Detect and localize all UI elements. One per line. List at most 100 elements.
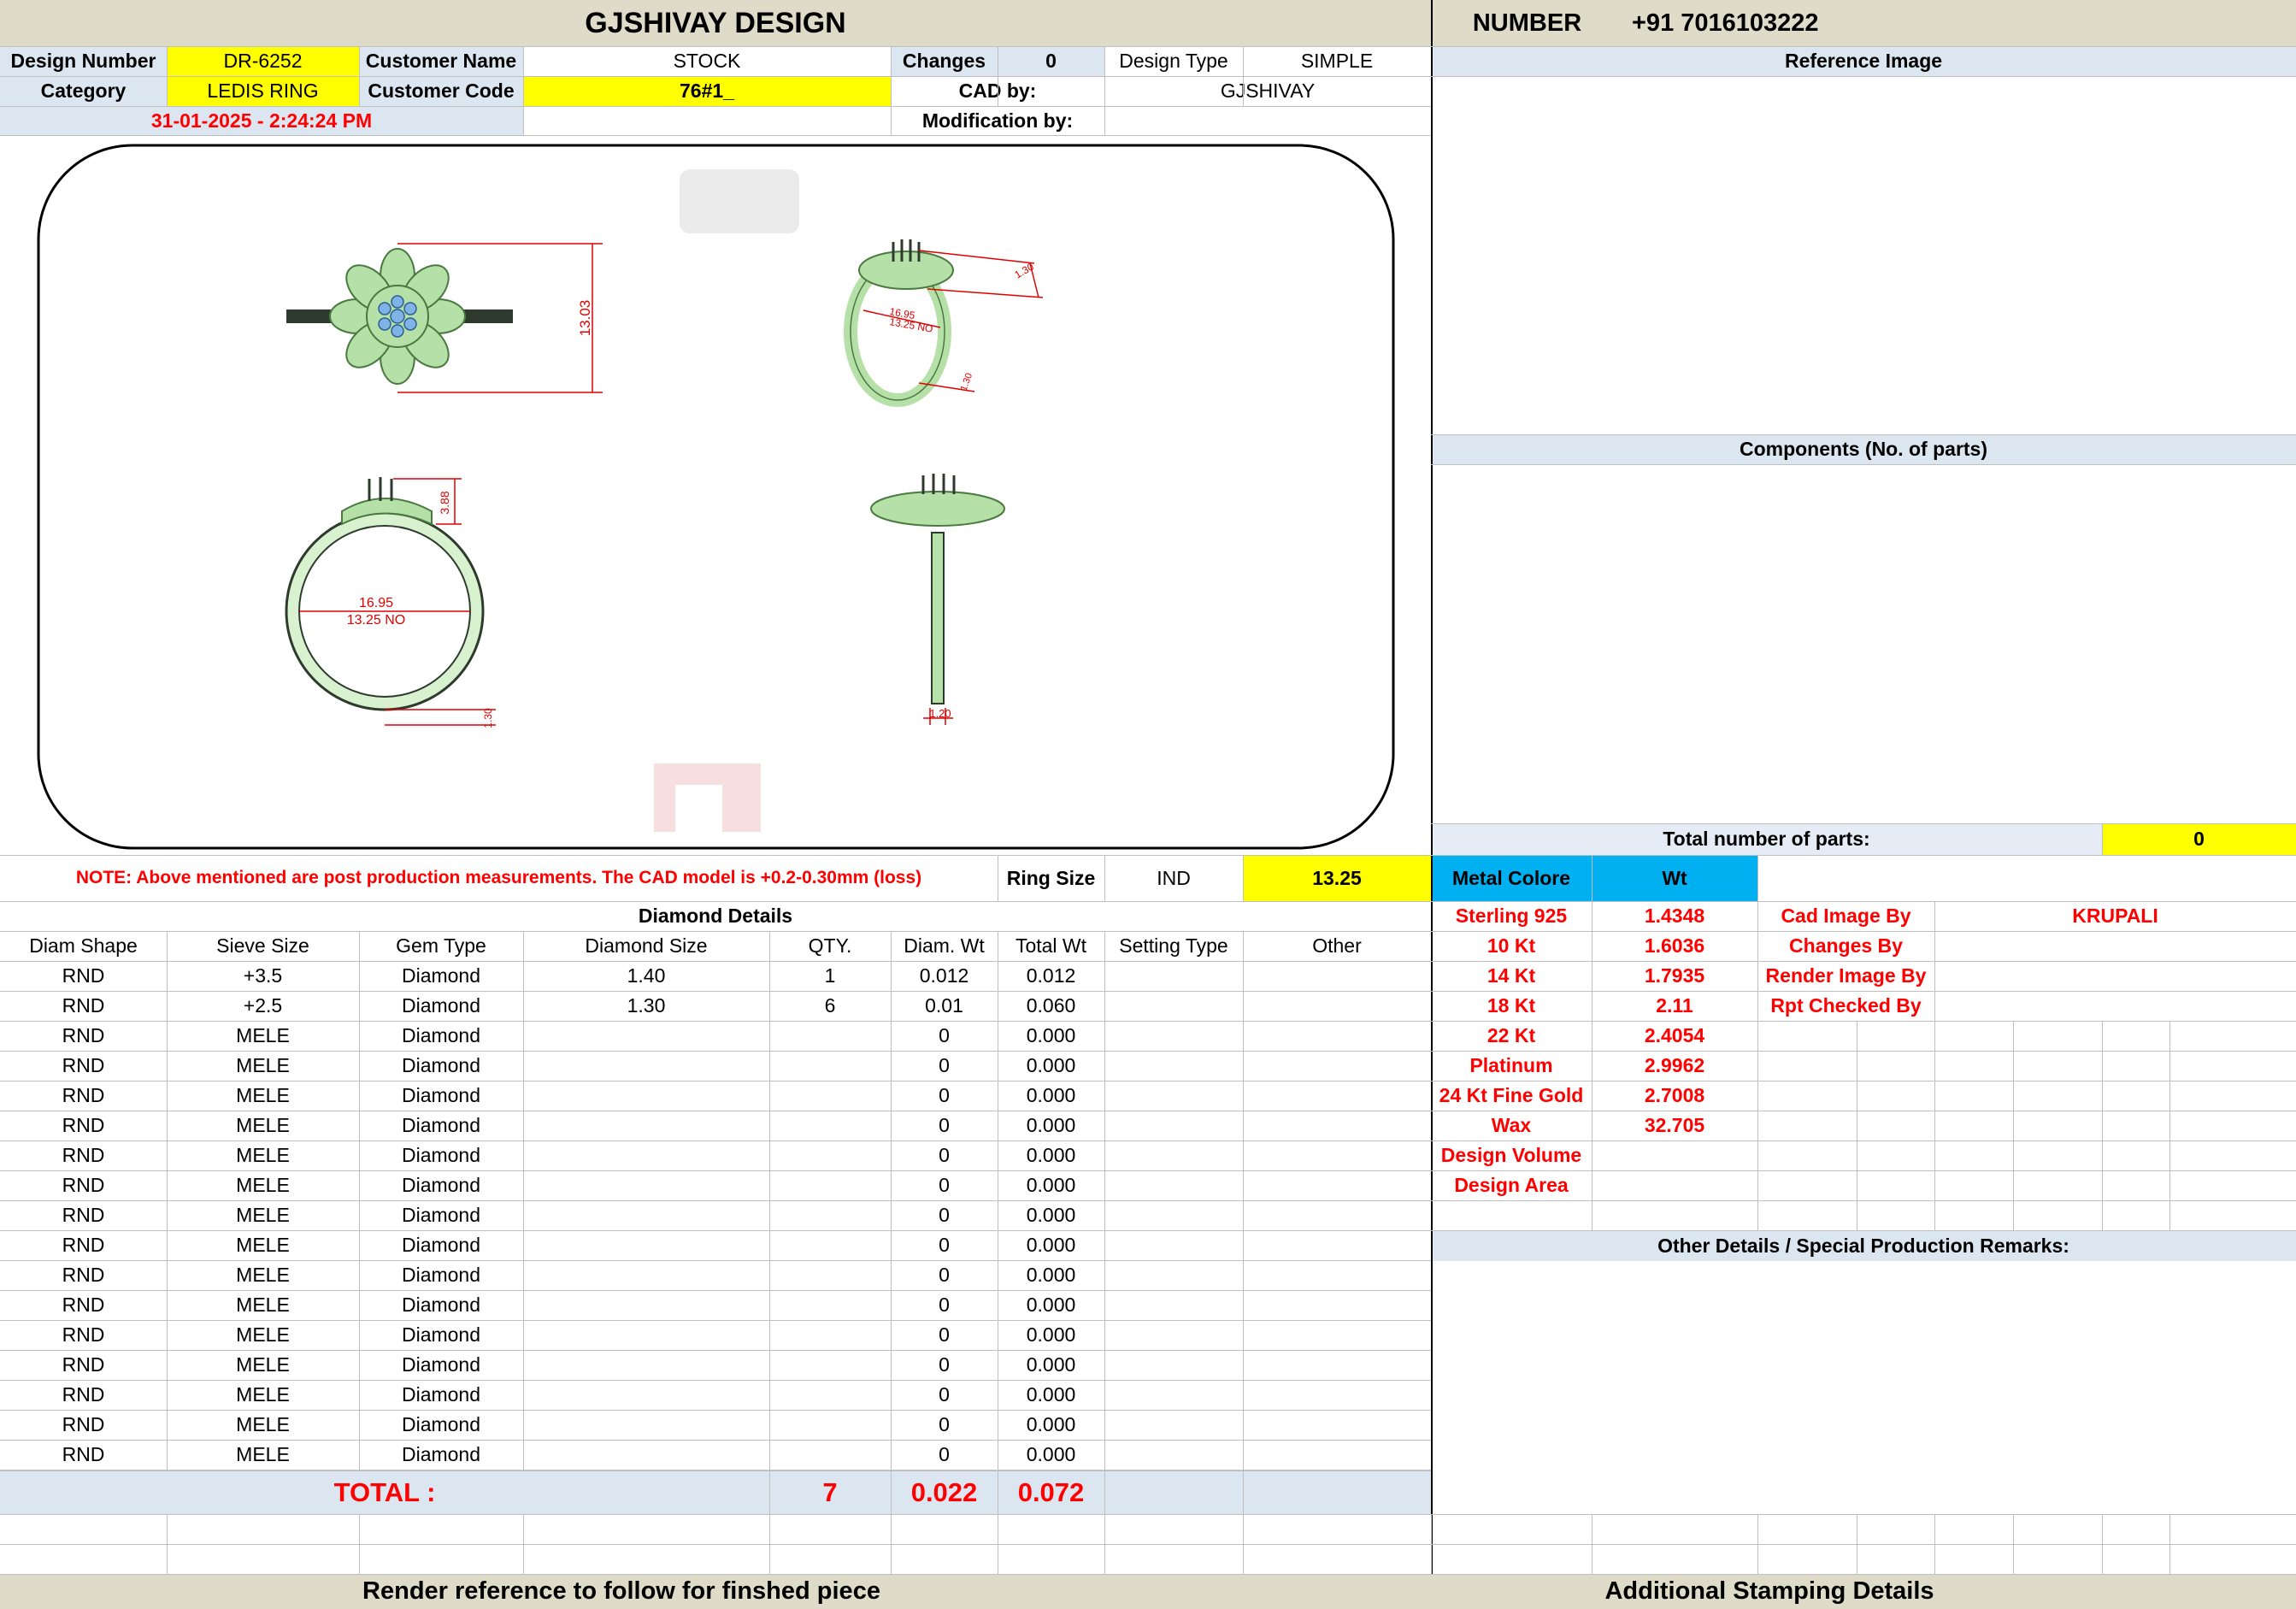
credit-label: Render Image By: [1765, 964, 1927, 987]
cell-diam-wt: 0: [939, 1084, 950, 1106]
grid-line: [769, 1514, 770, 1574]
cell-diam-wt: 0: [939, 1234, 950, 1256]
cell-total-wt: 0.000: [1026, 1443, 1076, 1465]
metal-name: 18 Kt: [1487, 994, 1536, 1017]
customer-code-value: 76#1_: [523, 76, 891, 106]
metal-weight: [1592, 1140, 1757, 1170]
cell-sieve-size: MELE: [236, 1174, 290, 1196]
cell-diamond-size: [523, 1081, 769, 1111]
components-area: [1431, 464, 2296, 823]
metal-weight: [1592, 1170, 1757, 1200]
cell-total-wt: 0.000: [1026, 1294, 1076, 1316]
customer-name-label: Customer Name: [359, 46, 523, 76]
grid-line: [2102, 1021, 2103, 1231]
cell-gem-type: Diamond: [401, 1234, 481, 1256]
grid-line: [0, 1230, 1431, 1231]
front-shank: [931, 532, 945, 704]
cell-qty: [769, 1380, 891, 1410]
cell-sieve-size: MELE: [236, 1114, 290, 1136]
metal-weight: 2.7008: [1644, 1084, 1705, 1106]
cell-qty: 6: [824, 994, 836, 1017]
cell-diam-wt: 0: [939, 1114, 950, 1136]
total-label: TOTAL :: [333, 1476, 436, 1507]
grid-line: [0, 1200, 1431, 1201]
grid-line: [891, 1470, 892, 1514]
grid-line: [1431, 464, 2296, 465]
total-parts-label: Total number of parts:: [1431, 823, 2102, 855]
grid-line: [1431, 1081, 2296, 1082]
grid-line: [769, 931, 770, 1470]
credit-value: [1934, 961, 2296, 991]
grid-line: [1431, 961, 2296, 962]
cell-qty: [769, 1290, 891, 1320]
cell-other: [1243, 1410, 1431, 1440]
footer-render-reference: Render reference to follow for finshed p…: [0, 1574, 1243, 1609]
cell-total-wt: 0.000: [1026, 1084, 1076, 1106]
design-number-label: Design Number: [0, 46, 167, 76]
metal-name: Design Area: [1454, 1174, 1569, 1196]
grid-line: [891, 931, 892, 1470]
grid-line: [0, 1350, 1431, 1351]
cell-diam-shape: RND: [62, 1114, 105, 1136]
grid-line: [1757, 1514, 1758, 1574]
grid-line: [0, 1290, 1431, 1291]
header-qty: QTY.: [808, 934, 852, 957]
cell-gem-type: Diamond: [401, 1144, 481, 1166]
cell-other: [1243, 1170, 1431, 1200]
cell-diam-wt: 0: [939, 1413, 950, 1435]
wt-label: Wt: [1592, 855, 1757, 901]
cell-diamond-size: [523, 1380, 769, 1410]
grid-line: [1431, 991, 2296, 992]
cell-sieve-size: MELE: [236, 1024, 290, 1046]
cell-total-wt: 0.000: [1026, 1383, 1076, 1406]
grid-line: [0, 1051, 1431, 1052]
perspective-head: [858, 250, 954, 290]
cell-other: [1243, 1260, 1431, 1290]
grid-line: [0, 1170, 1431, 1171]
category-value: LEDIS RING: [167, 76, 359, 106]
cell-total-wt: 0.012: [1026, 964, 1076, 987]
grid-line: [0, 855, 1431, 856]
grid-line: [1243, 46, 1244, 106]
grid-line: [1934, 901, 1935, 1231]
cell-qty: [769, 1410, 891, 1440]
cell-diam-shape: RND: [62, 1323, 105, 1346]
grid-line: [0, 46, 1431, 47]
grid-line: [1431, 434, 2296, 435]
cell-diam-wt: 0: [939, 1264, 950, 1286]
cell-diamond-size: 1.30: [627, 994, 666, 1017]
design-type-value: SIMPLE: [1300, 50, 1374, 72]
cell-diam-wt: 0: [939, 1323, 950, 1346]
grid-line: [1431, 76, 2296, 77]
cell-diam-shape: RND: [62, 1054, 105, 1076]
grid-line: [523, 1514, 524, 1574]
metal-weight: 2.11: [1656, 994, 1693, 1017]
cell-setting-type: [1104, 1081, 1243, 1111]
cell-total-wt: 0.000: [1026, 1234, 1076, 1256]
grid-line: [1104, 931, 1105, 1470]
grid-line: [1431, 1230, 2296, 1231]
number-value: +91 7016103222: [1623, 0, 2296, 46]
total-wt: 0.072: [1017, 1476, 1085, 1507]
cell-diam-shape: RND: [62, 1264, 105, 1286]
cell-diam-shape: RND: [62, 1234, 105, 1256]
cell-sieve-size: MELE: [236, 1264, 290, 1286]
grid-line: [0, 1260, 1431, 1261]
credit-value: KRUPALI: [2072, 905, 2158, 927]
cell-sieve-size: MELE: [236, 1084, 290, 1106]
cell-diam-shape: RND: [62, 1024, 105, 1046]
ring-size-value: 13.25: [1243, 855, 1431, 901]
front-head: [870, 491, 1005, 527]
cell-sieve-size: MELE: [236, 1204, 290, 1226]
top-height-label: 13.03: [577, 300, 593, 337]
cell-sieve-size: +3.5: [243, 964, 283, 987]
cell-qty: [769, 1260, 891, 1290]
cell-diam-shape: RND: [62, 1383, 105, 1406]
cell-setting-type: [1104, 1410, 1243, 1440]
cell-setting-type: [1104, 1170, 1243, 1200]
grid-line: [0, 1470, 1431, 1471]
changes-label: Changes: [891, 46, 998, 76]
cell-qty: [769, 1230, 891, 1260]
grid-line: [1757, 855, 1758, 901]
cell-diam-wt: 0: [939, 1204, 950, 1226]
